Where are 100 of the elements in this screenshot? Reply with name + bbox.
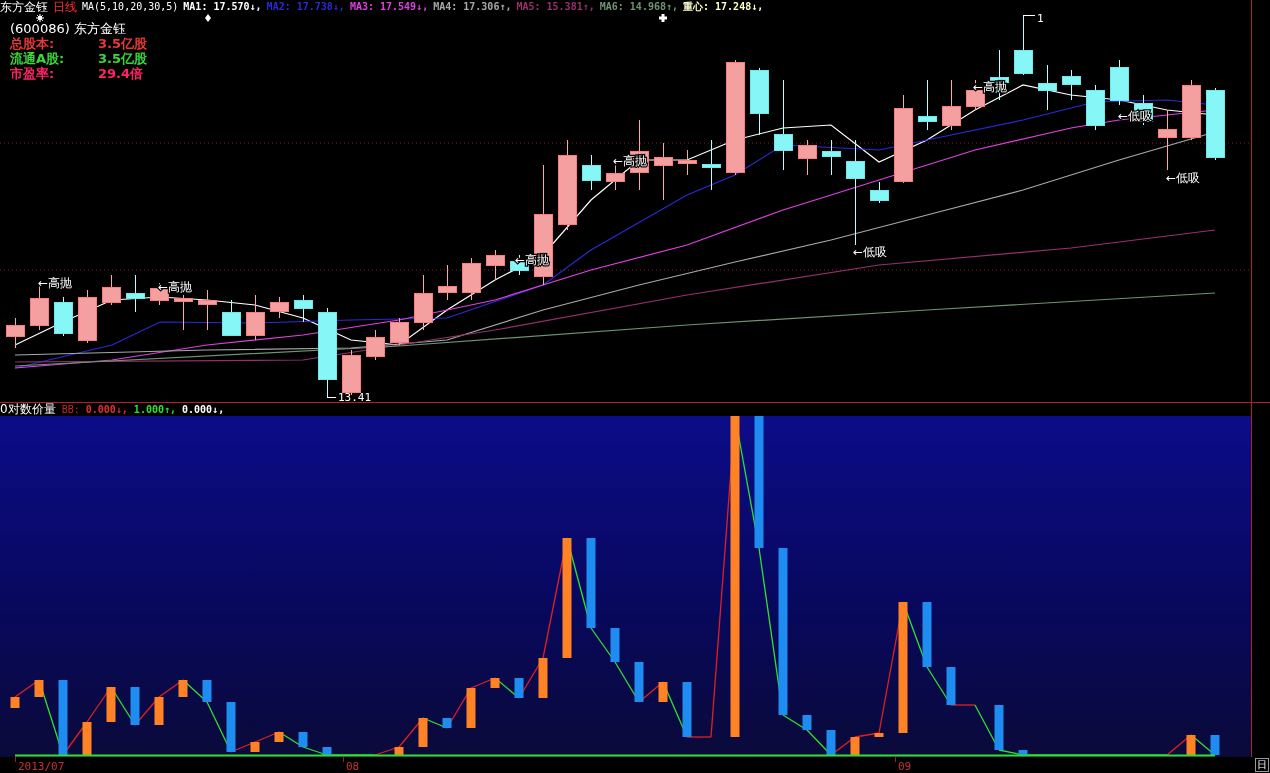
candlestick [390,318,409,345]
candlestick [678,150,697,175]
volume-bar [34,680,44,697]
info-label: 总股本: [10,36,56,51]
volume-bar [274,732,284,742]
candlestick [798,140,817,175]
diamond-icon[interactable] [205,14,211,22]
candlestick [126,275,145,312]
volume-bar [442,718,452,728]
candlestick [54,297,73,336]
signal-label: ←低吸 [1166,171,1201,185]
info-value: 3.5亿股 [98,51,148,66]
candlestick [102,275,121,305]
volume-bar [1018,750,1028,755]
volume-bar [178,680,188,697]
candlestick [6,318,25,348]
signal-label: ←低吸 [853,245,888,259]
candlestick [198,290,217,330]
period-button[interactable]: 日 [1255,758,1269,772]
candlestick [438,265,457,300]
candlestick [1182,80,1201,140]
moving-average-reading: MA1: 17.570↓, [183,0,262,14]
candlestick [1086,85,1105,130]
candlestick [654,143,673,200]
moving-average-reading: MA4: 17.306↑, [433,0,512,14]
candlestick [222,300,241,336]
volume-bar [874,733,884,737]
volume-bar [634,662,644,702]
candlestick [942,80,961,130]
volume-bar [922,602,932,667]
indicator-title: 0对数价量 [0,403,56,416]
volume-bar [106,687,116,722]
date-label: 09 [898,760,912,773]
date-label: 2013/07 [18,760,65,773]
moving-average-reading: MA3: 17.549↓, [349,0,429,14]
price-label: 13.41 [338,390,372,402]
candlestick [870,182,889,203]
moving-average-reading: MA5: 15.381↑, [516,0,595,14]
volume-bar [1186,735,1196,755]
volume-bar [466,688,476,728]
candlestick [1014,15,1033,75]
volume-bar [682,682,692,737]
volume-bar [1210,735,1220,755]
candlestick [270,297,289,318]
leader-line [1022,15,1036,16]
ma-parameters: MA(5,10,20,30,5) [82,0,179,14]
price-label: 1 [1037,11,1044,25]
candlestick [582,155,601,190]
plus-icon[interactable] [659,14,667,22]
indicator-reading: 0.000↓, [85,402,128,417]
date-label: 08 [346,760,360,773]
volume-bar [538,658,548,698]
moving-average-reading: MA2: 17.738↓, [266,0,345,14]
signal-label: ←高抛 [38,276,73,290]
candlestick [1038,65,1057,110]
candlestick [1062,70,1081,100]
volume-bar [490,678,500,688]
info-label: 流通A股: [10,51,66,66]
candlestick [1158,110,1177,170]
stock-name: 东方金钰 [0,0,48,14]
info-value: 29.4倍 [98,66,145,81]
candlestick [366,330,385,360]
candlestick [342,350,361,395]
volume-bar [202,680,212,702]
candlestick [246,295,265,340]
star-icon[interactable] [35,13,45,23]
volume-bar [394,747,404,755]
volume-bar [82,722,92,755]
leader-line [326,397,337,398]
indicator-label: BB: [61,402,80,417]
volume-bar [322,747,332,755]
period-label: 日线 [53,0,77,14]
candlestick [486,250,505,280]
candlestick [174,295,193,330]
volume-bar [226,702,236,752]
volume-bar [946,667,956,705]
volume-bar [514,678,524,698]
info-label: 市盈率: [10,66,56,81]
volume-bar [658,682,668,702]
volume-bar [130,687,140,725]
candlestick [1206,88,1225,160]
candlestick [30,285,49,330]
volume-bar [10,697,20,708]
candlestick [702,140,721,190]
indicator-reading: 0.000↓, [182,402,225,417]
moving-average-reading: MA6: 14.968↑, [599,0,678,14]
volume-bar [154,697,164,725]
volume-bar [250,742,260,752]
volume-bar [994,705,1004,750]
candlestick [918,80,937,130]
volume-bar [298,732,308,747]
candlestick [462,258,481,300]
moving-average-reading: 重心: 17.248↓, [683,0,764,14]
candlestick [78,290,97,343]
candlestick [822,140,841,175]
candlestick [750,68,769,135]
volume-bar [802,715,812,730]
indicator-reading: 1.000↑, [133,402,176,417]
volume-bar [418,718,428,747]
volume-bar [850,737,860,755]
